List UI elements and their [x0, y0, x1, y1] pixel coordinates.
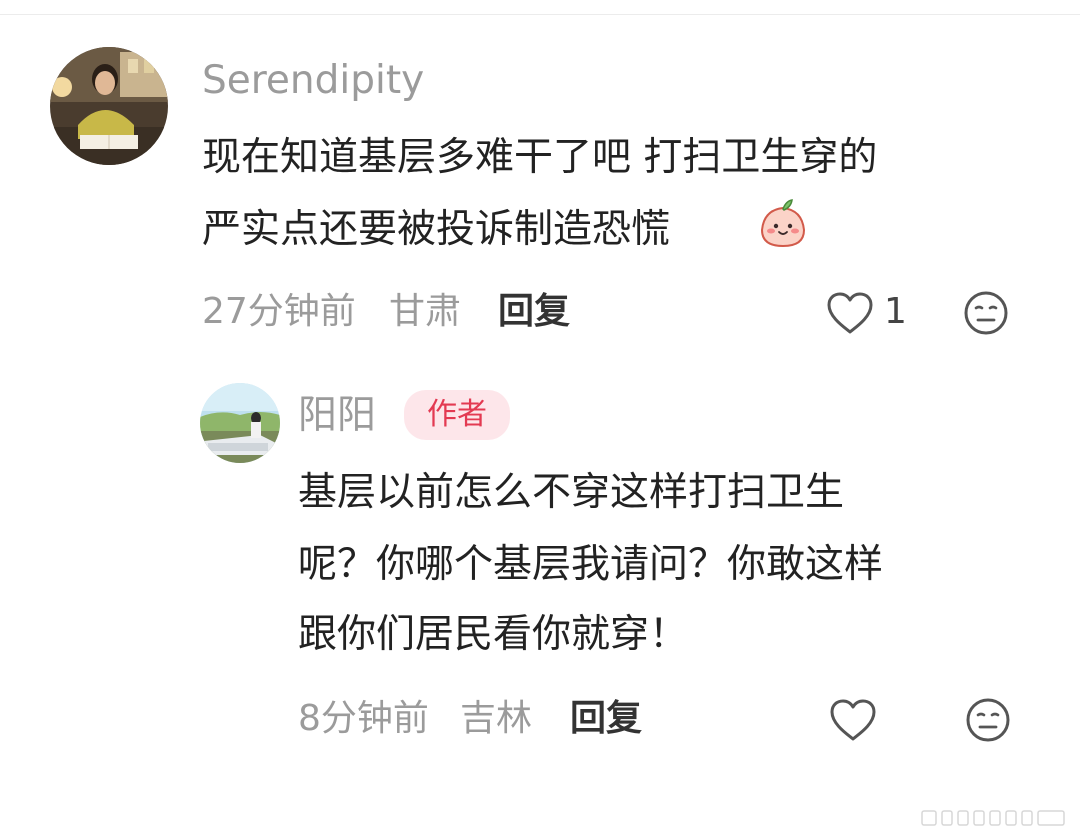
reply-text-line: 呢？你哪个基层我请问？你敢这样: [298, 542, 884, 587]
avatar[interactable]: [50, 47, 168, 165]
reply-text-line: 基层以前怎么不穿这样打扫卫生: [298, 470, 845, 515]
reply-button[interactable]: 回复: [498, 290, 570, 334]
avatar[interactable]: [200, 383, 280, 463]
comment-username[interactable]: Serendipity: [202, 56, 424, 106]
like-count: 1: [884, 291, 907, 332]
author-badge: 作者: [404, 390, 510, 440]
comment-location: 甘肃: [389, 291, 462, 332]
neutral-face-icon[interactable]: [963, 290, 1009, 336]
heart-outline-icon[interactable]: [828, 697, 878, 743]
neutral-face-icon[interactable]: [965, 697, 1011, 743]
reply-button[interactable]: 回复: [570, 697, 642, 741]
comment-time: 27分钟前: [202, 291, 356, 332]
reply-location: 吉林: [460, 698, 533, 739]
watermark-logo: [920, 808, 1070, 828]
comment-text-line: 现在知道基层多难干了吧 打扫卫生穿的: [202, 135, 878, 180]
top-divider: [0, 14, 1080, 15]
comment-text-line: 严实点还要被投诉制造恐慌: [202, 207, 671, 252]
reply-text-line: 跟你们居民看你就穿！: [298, 612, 689, 657]
reply-username[interactable]: 阳阳: [298, 391, 376, 441]
reply-time: 8分钟前: [298, 698, 429, 739]
heart-outline-icon[interactable]: [825, 290, 875, 336]
peach-smile-sticker-icon: [758, 198, 808, 250]
